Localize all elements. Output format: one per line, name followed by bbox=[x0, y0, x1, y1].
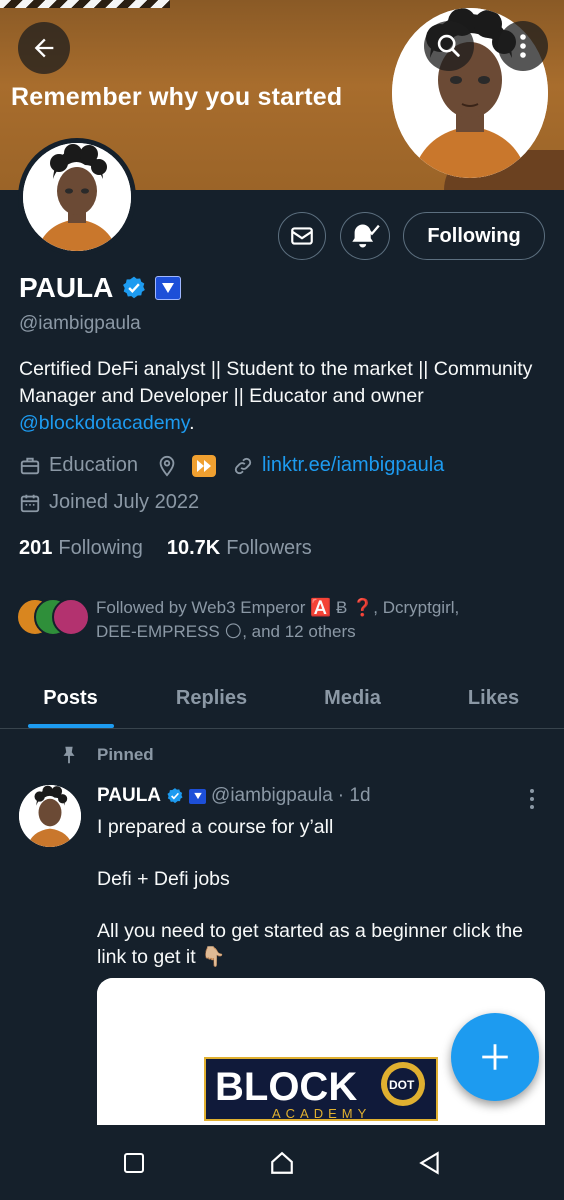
following-label: Following bbox=[58, 537, 143, 559]
arrow-left-icon bbox=[34, 38, 54, 58]
back-nav-button[interactable] bbox=[410, 1143, 450, 1183]
fast-forward-icon bbox=[191, 454, 216, 477]
verified-badge-icon bbox=[123, 276, 146, 299]
profile-tabs: Posts Replies Media Likes bbox=[0, 668, 564, 729]
system-navigation-bar bbox=[0, 1125, 564, 1200]
location-pin-icon bbox=[159, 455, 175, 477]
following-count: 201 bbox=[19, 537, 53, 559]
back-button[interactable] bbox=[18, 22, 70, 74]
post-line: All you need to get started as a beginne… bbox=[97, 920, 524, 968]
pinned-indicator: Pinned bbox=[58, 744, 154, 766]
joined-row: Joined July 2022 bbox=[19, 491, 199, 514]
more-vertical-icon bbox=[520, 34, 526, 58]
more-vertical-icon bbox=[530, 789, 534, 809]
followed-by-text: Followed by Web3 Emperor 🅰️ Ƀ ❓, Dcryptg… bbox=[96, 598, 460, 641]
banner-text: Remember why you started bbox=[11, 83, 343, 111]
followers-label: Followers bbox=[226, 537, 312, 559]
svg-text:ACADEMY: ACADEMY bbox=[272, 1106, 371, 1121]
pin-icon bbox=[63, 746, 75, 764]
bell-check-icon bbox=[352, 224, 380, 248]
following-stat[interactable]: 201 Following bbox=[19, 537, 143, 560]
calendar-icon bbox=[20, 494, 40, 512]
profile-category: Education bbox=[49, 454, 138, 476]
post-more-button[interactable] bbox=[522, 787, 542, 811]
following-button[interactable]: Following bbox=[403, 212, 545, 260]
more-button[interactable] bbox=[498, 21, 548, 71]
post-line: Defi + Defi jobs bbox=[97, 868, 230, 890]
banner-stripes bbox=[0, 0, 170, 8]
affiliate-badge-icon bbox=[189, 788, 207, 804]
link-icon bbox=[234, 457, 252, 474]
joined-date: Joined July 2022 bbox=[49, 491, 200, 513]
tab-likes[interactable]: Likes bbox=[423, 668, 564, 728]
bio-text: Certified DeFi analyst || Student to the… bbox=[19, 358, 533, 407]
notifications-button[interactable] bbox=[340, 212, 390, 260]
mail-icon bbox=[291, 227, 313, 245]
home-icon bbox=[271, 1151, 293, 1174]
profile-website-link[interactable]: linktr.ee/iambigpaula bbox=[262, 454, 444, 477]
bio-end: . bbox=[189, 412, 195, 434]
svg-text:DOT: DOT bbox=[389, 1078, 415, 1092]
search-icon bbox=[437, 34, 460, 57]
tab-media[interactable]: Media bbox=[282, 668, 423, 728]
svg-text:BLOCK: BLOCK bbox=[215, 1065, 357, 1109]
followed-by-avatars bbox=[16, 596, 92, 636]
tab-replies[interactable]: Replies bbox=[141, 668, 282, 728]
post-time: · 1d bbox=[337, 785, 371, 806]
profile-bio: Certified DeFi analyst || Student to the… bbox=[19, 356, 549, 437]
profile-meta-row: Education linktr.ee/iambigpaula bbox=[19, 454, 444, 477]
mini-avatar bbox=[52, 598, 90, 636]
search-button[interactable] bbox=[424, 21, 474, 71]
tab-posts[interactable]: Posts bbox=[0, 668, 141, 728]
post-author-avatar[interactable] bbox=[19, 785, 81, 847]
pinned-label: Pinned bbox=[97, 745, 154, 764]
post-author-handle: @iambigpaula bbox=[211, 785, 333, 806]
home-button[interactable] bbox=[262, 1143, 302, 1183]
profile-name: PAULA bbox=[19, 272, 114, 303]
post-line: I prepared a course for y’all bbox=[97, 816, 334, 838]
plus-icon bbox=[482, 1044, 508, 1070]
bio-mention-link[interactable]: @blockdotacademy bbox=[19, 412, 189, 434]
profile-handle: @iambigpaula bbox=[19, 313, 141, 334]
profile-name-row: PAULA bbox=[19, 272, 182, 304]
square-icon bbox=[124, 1152, 144, 1173]
followed-by[interactable]: Followed by Web3 Emperor 🅰️ Ƀ ❓, Dcryptg… bbox=[16, 596, 496, 644]
compose-button[interactable] bbox=[451, 1013, 539, 1101]
profile-avatar[interactable] bbox=[18, 138, 136, 256]
followers-stat[interactable]: 10.7K Followers bbox=[167, 537, 312, 560]
briefcase-icon bbox=[20, 457, 40, 474]
recents-button[interactable] bbox=[114, 1143, 154, 1183]
followers-count: 10.7K bbox=[166, 537, 221, 559]
post-header: PAULA @iambigpaula · 1d bbox=[97, 785, 371, 807]
post-text: I prepared a course for y’all Defi + Def… bbox=[97, 814, 552, 996]
affiliate-badge-icon[interactable] bbox=[155, 276, 182, 300]
message-button[interactable] bbox=[278, 212, 326, 260]
avatar-image bbox=[23, 143, 131, 251]
triangle-back-icon bbox=[419, 1150, 439, 1175]
follow-stats: 201 Following 10.7K Followers bbox=[19, 537, 312, 560]
post-author-name[interactable]: PAULA bbox=[97, 785, 161, 807]
verified-badge-icon bbox=[167, 788, 183, 804]
